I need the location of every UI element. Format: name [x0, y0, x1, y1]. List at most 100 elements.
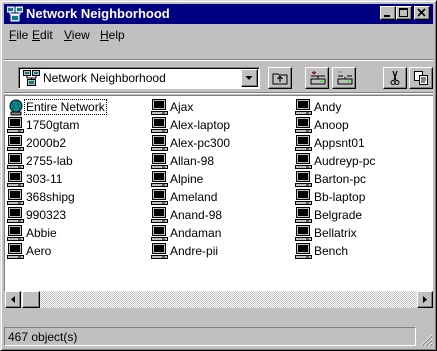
maximize-button[interactable]	[396, 6, 412, 20]
item-label: Ameland	[170, 190, 218, 204]
computer-icon	[151, 171, 168, 187]
menu-file[interactable]: File	[9, 28, 28, 42]
up-one-level-button[interactable]	[268, 67, 292, 89]
menu-help-label: elp	[108, 28, 125, 42]
menu-edit-label: dit	[40, 28, 53, 42]
disconnect-drive-button[interactable]	[332, 67, 356, 89]
chevron-right-icon	[423, 296, 427, 303]
computer-icon	[295, 117, 312, 133]
computer-icon	[7, 207, 24, 223]
item-label: Appsnt01	[314, 136, 365, 150]
maximize-icon	[399, 8, 408, 17]
computer-icon	[295, 189, 312, 205]
computer-icon	[295, 171, 312, 187]
globe-icon	[9, 99, 23, 116]
scissors-icon	[390, 70, 400, 85]
item-label: 2000b2	[26, 136, 67, 150]
scroll-right-button[interactable]	[417, 291, 433, 308]
network-neighborhood-icon	[23, 70, 40, 89]
item-label: Allan-98	[170, 154, 215, 168]
computer-icon	[151, 243, 168, 259]
computer-icon	[151, 207, 168, 223]
object-count: 467 object(s)	[8, 330, 78, 344]
menu-toolbar-divider	[4, 59, 433, 61]
address-value: Network Neighborhood	[43, 71, 166, 85]
item-label: Belgrade	[314, 208, 363, 222]
horizontal-scrollbar[interactable]	[5, 291, 433, 308]
explorer-window: Network Neighborhood File Edit View Help	[0, 0, 437, 351]
computer-icon	[151, 117, 168, 133]
computer-icon	[7, 117, 24, 133]
disconnect-drive-icon	[337, 71, 353, 85]
computer-icon	[151, 153, 168, 169]
item-label: Bb-laptop	[314, 190, 366, 204]
menu-help[interactable]: Help	[100, 28, 125, 42]
item-label: 303-11	[26, 172, 63, 186]
chevron-down-icon	[245, 76, 253, 80]
item-label: Andy	[314, 100, 342, 114]
map-network-drive-button[interactable]	[305, 67, 329, 89]
item-label: Alex-laptop	[170, 118, 231, 132]
computer-icon	[151, 225, 168, 241]
computer-icon	[151, 189, 168, 205]
map-drive-icon	[310, 71, 326, 85]
computer-icon	[7, 189, 24, 205]
item-label: Andaman	[170, 226, 222, 240]
scroll-thumb[interactable]	[22, 291, 40, 308]
menu-edit[interactable]: Edit	[32, 28, 53, 42]
computer-icon	[7, 153, 24, 169]
item-label: 368shipg	[26, 190, 75, 204]
toolbar: Network Neighborhood	[4, 64, 435, 92]
menu-view[interactable]: View	[64, 28, 90, 42]
chevron-left-icon	[11, 296, 15, 303]
item-label: Ajax	[170, 100, 194, 114]
menu-file-label: ile	[16, 28, 29, 42]
item-label: Alpine	[170, 172, 204, 186]
item-label: Anoop	[314, 118, 349, 132]
menu-edit-accel: E	[32, 28, 41, 42]
menu-view-accel: V	[64, 28, 72, 42]
copy-icon	[414, 71, 428, 85]
menu-help-accel: H	[100, 28, 109, 42]
resize-grip-icon[interactable]	[419, 333, 433, 347]
computer-icon	[295, 225, 312, 241]
menu-bar: File Edit View Help	[4, 26, 433, 44]
computer-icon	[151, 135, 168, 151]
item-label: 990323	[26, 208, 67, 222]
computer-icon	[295, 153, 312, 169]
item-label: Andre-pii	[170, 244, 219, 258]
address-dropdown-button[interactable]	[241, 69, 258, 87]
close-button[interactable]	[414, 6, 430, 20]
computer-icon	[7, 135, 24, 151]
item-label: Bellatrix	[314, 226, 357, 240]
computer-icon	[295, 243, 312, 259]
item-label: 1750gtam	[26, 118, 80, 132]
item-label: Bench	[314, 244, 349, 258]
network-neighborhood-icon[interactable]	[6, 6, 24, 22]
address-combo[interactable]: Network Neighborhood	[18, 67, 260, 89]
item-label: Aero	[26, 244, 52, 258]
up-folder-icon	[272, 73, 288, 85]
cut-button[interactable]	[383, 67, 407, 89]
item-label: Entire Network	[24, 99, 107, 115]
minimize-button[interactable]	[380, 6, 396, 20]
item-label: Barton-pc	[314, 172, 367, 186]
item-label: Anand-98	[170, 208, 223, 222]
computer-icon	[151, 99, 168, 115]
title-bar[interactable]: Network Neighborhood	[4, 4, 433, 24]
close-icon	[417, 8, 426, 17]
computer-icon	[295, 99, 312, 115]
item-label: Abbie	[26, 226, 57, 240]
minimize-icon	[384, 15, 390, 17]
computer-icon	[7, 171, 24, 187]
computer-icon	[7, 243, 24, 259]
copy-button[interactable]	[409, 67, 433, 89]
file-list-view[interactable]: Entire Network 1750gtam 2000b2 2755-lab …	[4, 95, 433, 291]
toolbar-content-divider	[4, 92, 433, 94]
item-label: Alex-pc300	[170, 136, 231, 150]
status-bar: 467 object(s)	[4, 326, 433, 347]
computer-icon	[7, 225, 24, 241]
scroll-left-button[interactable]	[5, 291, 21, 308]
item-label: 2755-lab	[26, 154, 73, 168]
window-title: Network Neighborhood	[26, 6, 170, 21]
